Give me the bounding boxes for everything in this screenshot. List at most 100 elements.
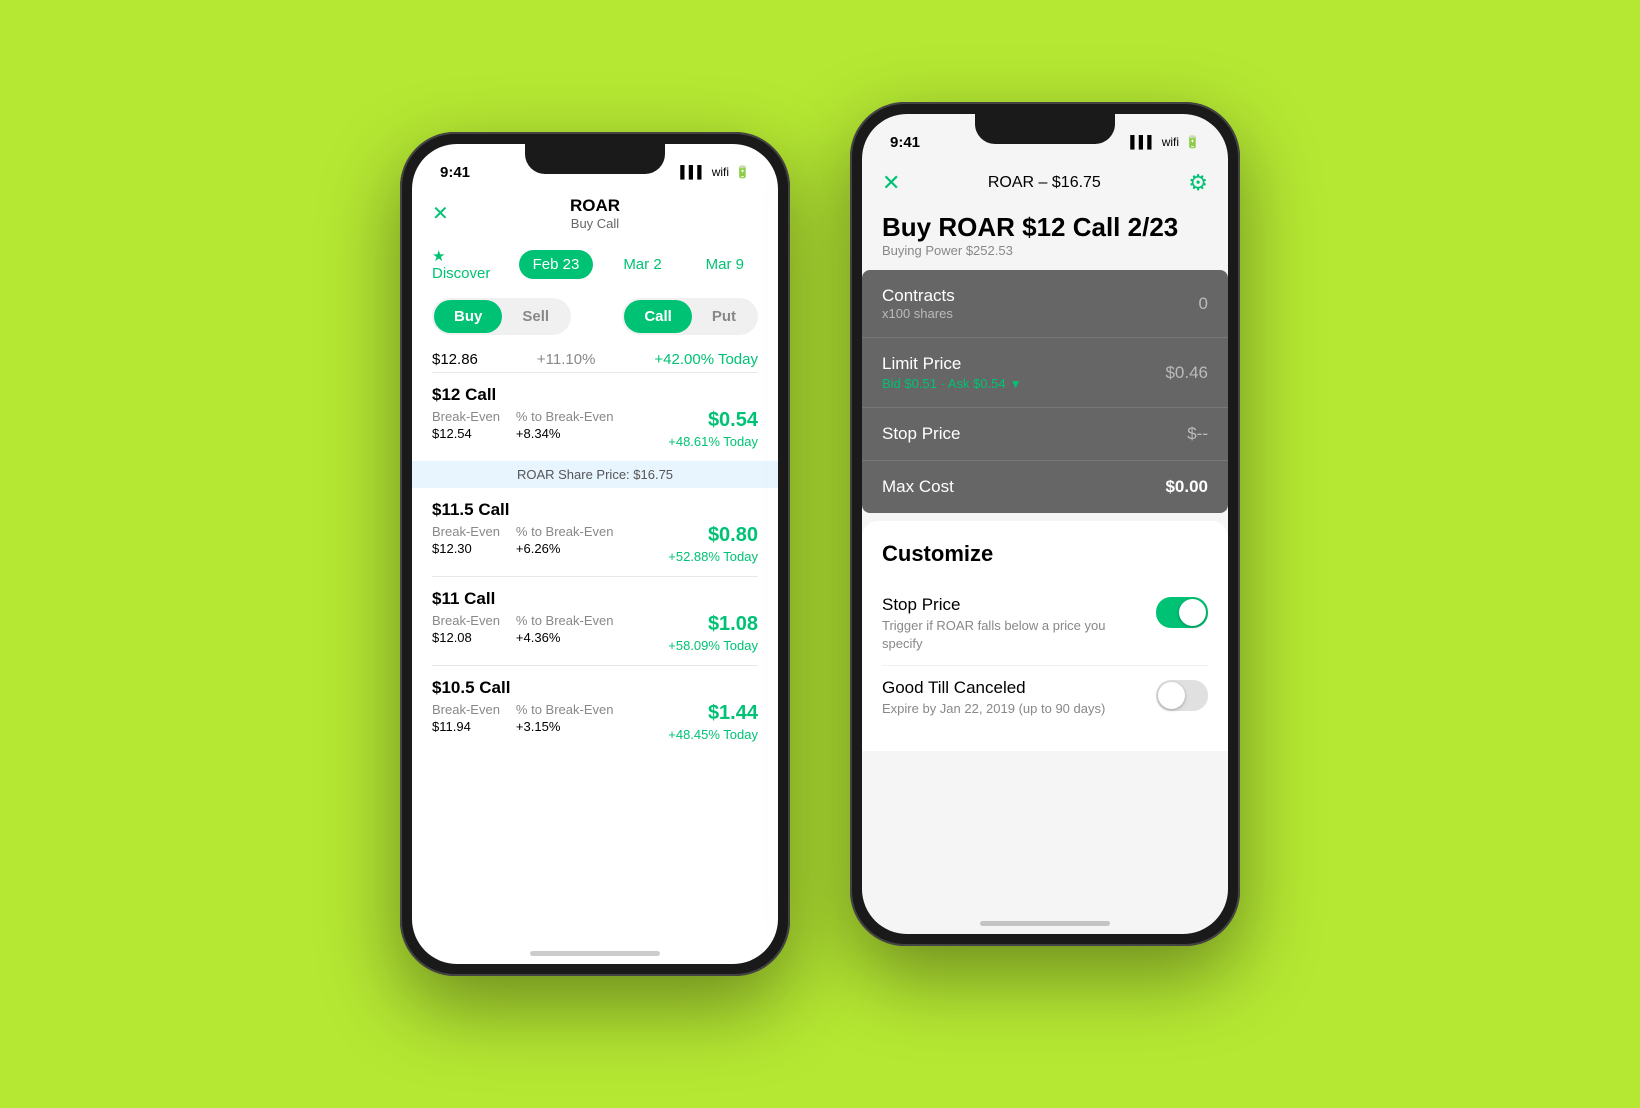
customize-stop-price-sub: Trigger if ROAR falls below a price you … [882, 617, 1142, 653]
customize-gtc-label: Good Till Canceled [882, 678, 1105, 698]
price-today: +42.00% Today [654, 351, 758, 368]
customize-stop-price-label: Stop Price [882, 595, 1142, 615]
buy-button[interactable]: Buy [434, 300, 502, 333]
customize-gtc-text: Good Till Canceled Expire by Jan 22, 201… [882, 678, 1105, 718]
stop-price-label: Stop Price [882, 424, 960, 444]
home-indicator-1 [530, 951, 660, 956]
battery-icon-2: 🔋 [1185, 135, 1200, 149]
option-breakeven-label-2: Break-Even [432, 613, 500, 628]
option-breakeven-label-0: Break-Even [432, 409, 500, 424]
stop-price-label-group: Stop Price [882, 424, 960, 444]
option-col-bl-2: Break-Even $12.08 [432, 613, 500, 645]
order-title-section: Buy ROAR $12 Call 2/23 Buying Power $252… [862, 204, 1228, 262]
home-indicator-2 [980, 921, 1110, 926]
customize-gtc-sub: Expire by Jan 22, 2019 (up to 90 days) [882, 700, 1105, 718]
contracts-label: Contracts [882, 286, 955, 306]
limit-price-value[interactable]: $0.46 [1165, 363, 1208, 383]
option-breakeven-label-1: Break-Even [432, 524, 500, 539]
bid-ask-row: Bid $0.51 · Ask $0.54 ▼ [882, 376, 1021, 391]
stop-price-toggle[interactable] [1156, 597, 1208, 628]
customize-stop-price-text: Stop Price Trigger if ROAR falls below a… [882, 595, 1142, 653]
option-title-2: $11 Call [432, 589, 758, 609]
call-put-toggle: Call Put [622, 298, 758, 335]
option-title-1: $11.5 Call [432, 500, 758, 520]
buy-sell-toggle: Buy Sell [432, 298, 571, 335]
option-item-12-call[interactable]: $12 Call Break-Even $12.54 % to Break-Ev… [412, 373, 778, 461]
notch [525, 144, 665, 174]
gtc-toggle[interactable] [1156, 680, 1208, 711]
close-button-1[interactable]: ✕ [432, 201, 449, 226]
option-pct-label-1: % to Break-Even [516, 524, 614, 539]
option-breakeven-val-3: $11.94 [432, 719, 500, 734]
order-fields: Contracts x100 shares 0 Limit Price Bid … [862, 270, 1228, 513]
option-breakeven-val-0: $12.54 [432, 426, 500, 441]
toggle-knob-stop [1179, 599, 1206, 626]
option-breakeven-label-3: Break-Even [432, 702, 500, 717]
phone-2-screen: 9:41 ▌▌▌ wifi 🔋 ✕ ROAR – $16.75 ⚙ Buy RO… [862, 114, 1228, 934]
contracts-field[interactable]: Contracts x100 shares 0 [862, 270, 1228, 338]
option-details-0: Break-Even $12.54 % to Break-Even +8.34%… [432, 409, 758, 449]
limit-price-label-group: Limit Price Bid $0.51 · Ask $0.54 ▼ [882, 354, 1021, 391]
stop-price-value[interactable]: $-- [1187, 424, 1208, 444]
phone-2: 9:41 ▌▌▌ wifi 🔋 ✕ ROAR – $16.75 ⚙ Buy RO… [850, 102, 1240, 946]
phones-container: 9:41 ▌▌▌ wifi 🔋 ✕ ROAR Buy Call ★ Discov… [400, 132, 1240, 976]
signal-icon: ▌▌▌ [680, 165, 706, 179]
put-button[interactable]: Put [692, 300, 756, 333]
status-icons-2: ▌▌▌ wifi 🔋 [1130, 135, 1200, 149]
price-change: +11.10% [537, 351, 596, 368]
contracts-value[interactable]: 0 [1199, 294, 1208, 314]
order-header: ✕ ROAR – $16.75 ⚙ [862, 158, 1228, 204]
nav-title-1: ROAR Buy Call [570, 196, 620, 231]
tab-mar9[interactable]: Mar 9 [692, 250, 758, 279]
option-left-3: Break-Even $11.94 % to Break-Even +3.15% [432, 702, 613, 734]
sell-button[interactable]: Sell [502, 300, 569, 333]
option-title-3: $10.5 Call [432, 678, 758, 698]
price-row: $12.86 +11.10% +42.00% Today [412, 343, 778, 372]
max-cost-label-group: Max Cost [882, 477, 954, 497]
option-item-11-5-call[interactable]: $11.5 Call Break-Even $12.30 % to Break-… [412, 488, 778, 576]
signal-icon-2: ▌▌▌ [1130, 135, 1156, 149]
option-col-right-0: % to Break-Even +8.34% [516, 409, 614, 441]
gear-icon[interactable]: ⚙ [1188, 170, 1208, 196]
stop-price-field[interactable]: Stop Price $-- [862, 408, 1228, 461]
option-col-pct-3: % to Break-Even +3.15% [516, 702, 614, 734]
price-main: $12.86 [432, 351, 478, 368]
option-col-left-0: Break-Even $12.54 [432, 409, 500, 441]
call-button[interactable]: Call [624, 300, 692, 333]
discover-button[interactable]: ★ Discover [432, 247, 503, 282]
notch-2 [975, 114, 1115, 144]
option-breakeven-val-1: $12.30 [432, 541, 500, 556]
chevron-down-icon: ▼ [1010, 377, 1022, 391]
option-details-2: Break-Even $12.08 % to Break-Even +4.36%… [432, 613, 758, 653]
option-left-1: Break-Even $12.30 % to Break-Even +6.26% [432, 524, 613, 556]
option-pct-val-0: +8.34% [516, 426, 614, 441]
limit-price-field[interactable]: Limit Price Bid $0.51 · Ask $0.54 ▼ $0.4… [862, 338, 1228, 408]
contracts-label-group: Contracts x100 shares [882, 286, 955, 321]
option-pct-val-1: +6.26% [516, 541, 614, 556]
share-price-banner: ROAR Share Price: $16.75 [412, 461, 778, 488]
contracts-sub: x100 shares [882, 306, 955, 321]
option-details-3: Break-Even $11.94 % to Break-Even +3.15%… [432, 702, 758, 742]
customize-panel: Customize Stop Price Trigger if ROAR fal… [862, 521, 1228, 751]
option-today-2: +58.09% Today [668, 638, 758, 653]
option-price-col-1: $0.80 +52.88% Today [668, 524, 758, 564]
bid-ask-text: Bid $0.51 · Ask $0.54 [882, 376, 1006, 391]
option-item-10-5-call[interactable]: $10.5 Call Break-Even $11.94 % to Break-… [412, 666, 778, 754]
option-breakeven-val-2: $12.08 [432, 630, 500, 645]
option-pct-label-2: % to Break-Even [516, 613, 614, 628]
option-today-3: +48.45% Today [668, 727, 758, 742]
tab-mar2[interactable]: Mar 2 [609, 250, 675, 279]
option-price-1: $0.80 [668, 524, 758, 547]
order-header-title: ROAR – $16.75 [988, 174, 1101, 192]
option-pct-val-2: +4.36% [516, 630, 614, 645]
tab-feb23[interactable]: Feb 23 [519, 250, 594, 279]
close-button-2[interactable]: ✕ [882, 170, 900, 196]
option-left-0: Break-Even $12.54 % to Break-Even +8.34% [432, 409, 613, 441]
option-col-bl-1: Break-Even $12.30 [432, 524, 500, 556]
option-item-11-call[interactable]: $11 Call Break-Even $12.08 % to Break-Ev… [412, 577, 778, 665]
order-main-title: Buy ROAR $12 Call 2/23 [882, 212, 1208, 243]
option-col-bl-3: Break-Even $11.94 [432, 702, 500, 734]
customize-item-gtc: Good Till Canceled Expire by Jan 22, 201… [882, 666, 1208, 730]
option-details-1: Break-Even $12.30 % to Break-Even +6.26%… [432, 524, 758, 564]
nav-title-main: ROAR [570, 196, 620, 216]
